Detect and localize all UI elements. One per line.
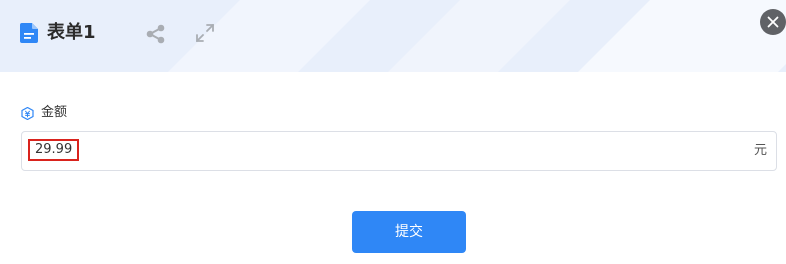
amount-field-label: 金额: [21, 103, 67, 123]
currency-icon: [21, 106, 34, 120]
header-decoration: [388, 0, 570, 72]
close-icon: [767, 16, 779, 28]
currency-unit: 元: [753, 143, 767, 158]
field-label: 金额: [41, 105, 68, 120]
expand-icon[interactable]: [194, 22, 216, 44]
form-title: 表单1: [47, 22, 96, 43]
form-dialog: 表单1 金额 29.99 元 提交: [0, 0, 786, 264]
share-icon[interactable]: [145, 23, 167, 45]
dialog-header: 表单1: [0, 0, 786, 72]
file-icon: [20, 23, 38, 43]
amount-input[interactable]: 29.99 元: [21, 131, 777, 171]
submit-button[interactable]: 提交: [352, 211, 466, 253]
header-decoration: [578, 0, 786, 72]
amount-value: 29.99: [28, 139, 80, 161]
close-button[interactable]: [760, 9, 786, 35]
